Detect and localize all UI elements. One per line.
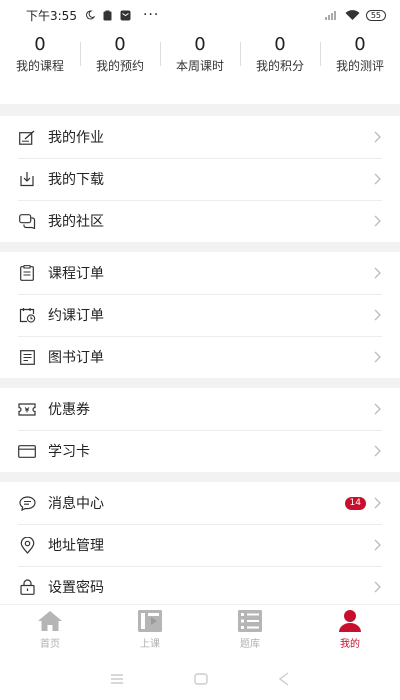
chevron-right-icon [372, 496, 382, 510]
menu-item-booking-orders[interactable]: 约课订单 [0, 294, 400, 336]
profile-icon [336, 609, 364, 633]
menu-item-label: 图书订单 [48, 350, 104, 366]
clipboard-status-icon [103, 10, 112, 20]
menu-item-label: 消息中心 [48, 496, 104, 512]
chevron-right-icon [372, 130, 382, 144]
stat-value: 0 [114, 33, 126, 55]
chevron-right-icon [372, 402, 382, 416]
stat-value: 0 [194, 33, 206, 55]
stat-my-appointments[interactable]: 0 我的预约 [80, 30, 160, 78]
more-dots-icon: ··· [142, 7, 160, 23]
stat-value: 0 [34, 33, 46, 55]
chevron-right-icon [372, 538, 382, 552]
menu-group-learning: 我的作业 我的下载 我的社区 [0, 116, 400, 242]
menu-item-label: 优惠券 [48, 402, 90, 418]
menu-item-address[interactable]: 地址管理 [0, 524, 400, 566]
stat-weekly-hours[interactable]: 0 本周课时 [160, 30, 240, 78]
location-icon [18, 536, 36, 554]
menu-item-messages[interactable]: 消息中心 14 [0, 482, 400, 524]
status-bar: 下午3:55 ··· 55 [0, 0, 400, 30]
menu-item-label: 我的作业 [48, 130, 104, 146]
back-icon[interactable] [278, 672, 290, 686]
menu-item-downloads[interactable]: 我的下载 [0, 158, 400, 200]
stat-my-points[interactable]: 0 我的积分 [240, 30, 320, 78]
menu-group-orders: 课程订单 约课订单 图书订单 [0, 252, 400, 378]
calendar-clock-icon [18, 306, 36, 324]
wifi-icon [345, 9, 360, 20]
lock-icon [18, 578, 36, 596]
stat-label: 我的课程 [15, 58, 64, 73]
stat-label: 我的积分 [255, 58, 304, 73]
signal-icon [324, 11, 336, 20]
section-divider [0, 378, 400, 388]
community-icon [18, 212, 36, 230]
status-time: 下午3:55 [26, 8, 77, 23]
section-divider [0, 104, 400, 116]
stat-my-courses[interactable]: 0 我的课程 [0, 30, 80, 78]
tab-profile[interactable]: 我的 [300, 605, 400, 654]
notification-icon [120, 10, 131, 20]
tab-label: 我的 [340, 639, 360, 650]
menu-group-wallet: 优惠券 学习卡 [0, 388, 400, 472]
stat-label: 我的预约 [95, 58, 144, 73]
menu-item-study-card[interactable]: 学习卡 [0, 430, 400, 472]
stats-bar: 0 我的课程 0 我的预约 0 本周课时 0 我的积分 0 我的测评 [0, 30, 400, 78]
menu-item-homework[interactable]: 我的作业 [0, 116, 400, 158]
class-icon [136, 609, 164, 633]
book-order-icon [18, 348, 36, 366]
clipboard-icon [18, 264, 36, 282]
unread-badge: 14 [344, 496, 366, 510]
chevron-right-icon [372, 350, 382, 364]
menu-item-label: 我的社区 [48, 214, 104, 230]
chevron-right-icon [372, 214, 382, 228]
download-icon [18, 170, 36, 188]
bottom-tab-bar: 首页 上课 题库 我的 [0, 604, 400, 654]
menu-item-label: 设置密码 [48, 580, 104, 596]
chevron-right-icon [372, 266, 382, 280]
tab-question-bank[interactable]: 题库 [200, 605, 300, 654]
menu-item-coupons[interactable]: 优惠券 [0, 388, 400, 430]
stat-value: 0 [274, 33, 286, 55]
spacer [0, 78, 400, 104]
tab-home[interactable]: 首页 [0, 605, 100, 654]
menu-item-label: 我的下载 [48, 172, 104, 188]
menu-item-label: 地址管理 [48, 538, 104, 554]
menu-item-label: 课程订单 [48, 266, 104, 282]
battery-indicator: 55 [365, 9, 386, 21]
chevron-right-icon [372, 580, 382, 594]
menu-item-label: 约课订单 [48, 308, 104, 324]
question-bank-icon [236, 609, 264, 633]
section-divider [0, 242, 400, 252]
home-button-icon[interactable] [194, 673, 208, 685]
chevron-right-icon [372, 172, 382, 186]
stat-label: 我的测评 [335, 58, 384, 73]
menu-item-label: 学习卡 [48, 444, 90, 460]
message-icon [18, 494, 36, 512]
home-icon [36, 609, 64, 633]
stat-my-assessments[interactable]: 0 我的测评 [320, 30, 400, 78]
section-divider [0, 472, 400, 482]
coupon-icon [18, 400, 36, 418]
menu-item-book-orders[interactable]: 图书订单 [0, 336, 400, 378]
tab-label: 首页 [40, 639, 60, 650]
menu-icon[interactable] [110, 673, 124, 685]
menu-item-course-orders[interactable]: 课程订单 [0, 252, 400, 294]
stat-value: 0 [354, 33, 366, 55]
menu-group-account: 消息中心 14 地址管理 设置密码 [0, 482, 400, 608]
tab-label: 上课 [140, 639, 160, 650]
tab-class[interactable]: 上课 [100, 605, 200, 654]
system-navigation-bar [0, 658, 400, 700]
chevron-right-icon [372, 444, 382, 458]
moon-icon [86, 10, 95, 20]
menu-item-set-password[interactable]: 设置密码 [0, 566, 400, 608]
tab-label: 题库 [240, 639, 260, 650]
card-icon [18, 442, 36, 460]
homework-icon [18, 128, 36, 146]
chevron-right-icon [372, 308, 382, 322]
stat-label: 本周课时 [175, 58, 224, 73]
menu-item-community[interactable]: 我的社区 [0, 200, 400, 242]
